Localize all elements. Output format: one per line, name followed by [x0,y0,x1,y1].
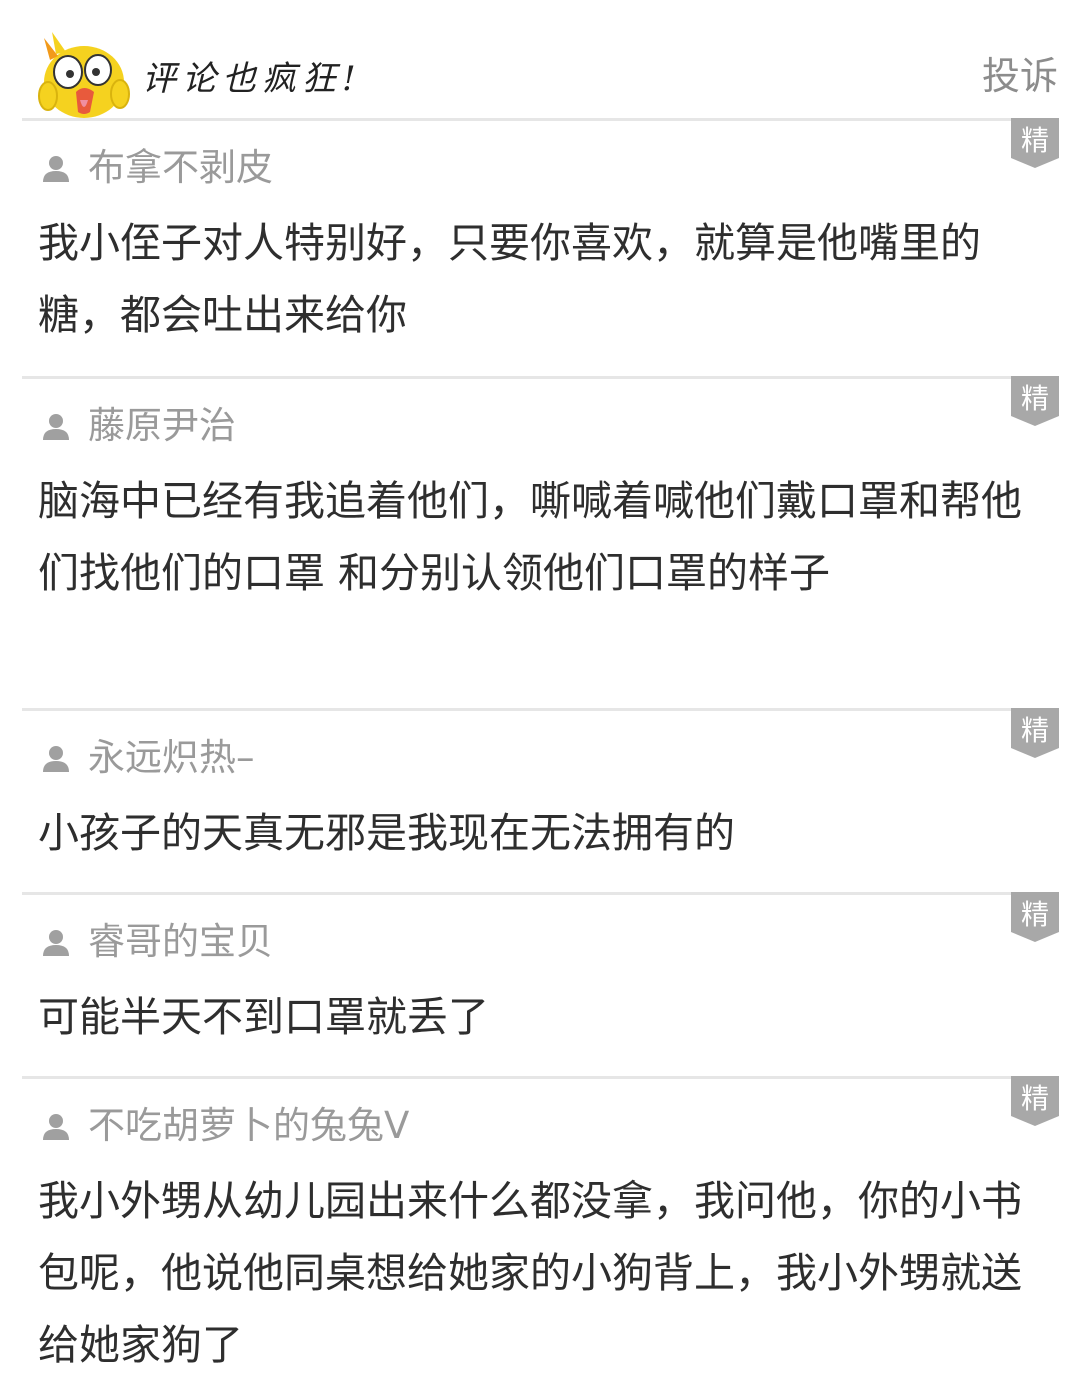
svg-text:精: 精 [1021,124,1049,157]
report-button[interactable]: 投诉 [982,50,1058,102]
featured-badge: 精 [1011,1076,1059,1126]
user-icon [43,746,69,772]
comment-item: 精 永远炽热– 小孩子的天真无邪是我现在无法拥有的 [22,708,1059,892]
comment-username[interactable]: 不吃胡萝卜的兔兔V [88,1101,409,1151]
comment-item: 精 布拿不剥皮 我小侄子对人特别好，只要你喜欢，就算是他嘴里的糖，都会吐出来给你 [22,118,1059,376]
comment-text: 我小外甥从幼儿园出来什么都没拿，我问他，你的小书包呢，他说他同桌想给她家的小狗背… [38,1177,1022,1369]
comment-text: 我小侄子对人特别好，只要你喜欢，就算是他嘴里的糖，都会吐出来给你 [38,219,981,339]
comment-item: 精 藤原尹治 脑海中已经有我追着他们，嘶喊着喊他们戴口罩和帮他们找他们的口罩 和… [22,376,1059,708]
featured-badge: 精 [1011,376,1059,426]
svg-text:精: 精 [1021,1082,1049,1115]
featured-badge: 精 [1011,118,1059,168]
user-icon [43,1114,69,1140]
comment-username[interactable]: 永远炽热– [88,733,255,783]
featured-badge: 精 [1011,708,1059,758]
comment-username[interactable]: 藤原尹治 [88,401,236,451]
comment-text: 可能半天不到口罩就丢了 [38,993,489,1041]
comment-list: 精 布拿不剥皮 我小侄子对人特别好，只要你喜欢，就算是他嘴里的糖，都会吐出来给你… [22,118,1059,1392]
svg-text:精: 精 [1021,898,1049,931]
featured-badge: 精 [1011,892,1059,942]
comment-text: 小孩子的天真无邪是我现在无法拥有的 [38,809,735,857]
comment-username[interactable]: 布拿不剥皮 [88,143,273,193]
svg-text:精: 精 [1021,382,1049,415]
user-icon [43,930,69,956]
page-title: 评论也疯狂! [142,59,362,99]
comment-item: 精 不吃胡萝卜的兔兔V 我小外甥从幼儿园出来什么都没拿，我问他，你的小书包呢，他… [22,1076,1059,1392]
user-icon [43,414,69,440]
comment-text: 脑海中已经有我追着他们，嘶喊着喊他们戴口罩和帮他们找他们的口罩 和分别认领他们口… [38,477,1022,597]
user-icon [43,156,69,182]
header: 评论也疯狂! 投诉 [0,0,1080,118]
comment-item: 精 睿哥的宝贝 可能半天不到口罩就丢了 [22,892,1059,1076]
comment-username[interactable]: 睿哥的宝贝 [88,917,273,967]
svg-text:精: 精 [1021,714,1049,747]
chick-mascot-icon [38,32,130,118]
